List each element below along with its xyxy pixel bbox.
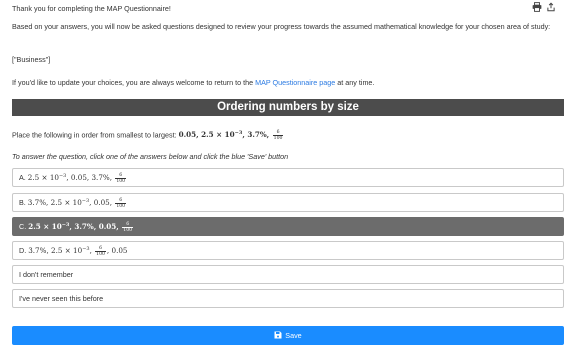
- answer-option-c[interactable]: C. 2.5 × 10−3, 3.7%, 0.05, 6 100: [12, 217, 564, 236]
- toolbar: [532, 2, 556, 12]
- answer-option-b[interactable]: B. 3.7%, 2.5 × 10−3, 0.05, 6 100: [12, 193, 564, 212]
- fraction: 6 100: [272, 130, 284, 141]
- thanks-message: Thank you for completing the MAP Questio…: [12, 4, 171, 13]
- print-icon[interactable]: [532, 2, 542, 12]
- answer-option-dont-remember[interactable]: I don't remember: [12, 265, 564, 284]
- answer-option-never-seen[interactable]: I've never seen this before: [12, 289, 564, 308]
- save-button[interactable]: Save: [12, 326, 564, 345]
- intro-text: Based on your answers, you will now be a…: [12, 22, 551, 31]
- section-title: Ordering numbers by size: [12, 99, 564, 116]
- question-prompt: Place the following in order from smalle…: [12, 130, 284, 141]
- save-icon: [274, 331, 282, 341]
- questionnaire-link[interactable]: MAP Questionnaire page: [255, 78, 335, 87]
- answer-option-a[interactable]: A. 2.5 × 10−3, 0.05, 3.7%, 6 100: [12, 168, 564, 187]
- subject-list: ["Business"]: [12, 55, 51, 64]
- instruction-text: To answer the question, click one of the…: [12, 152, 289, 161]
- answer-option-d[interactable]: D. 3.7%, 2.5 × 10−3, 6 100, 0.05: [12, 241, 564, 260]
- update-note: If you'd like to update your choices, yo…: [12, 78, 375, 87]
- share-icon[interactable]: [546, 2, 556, 12]
